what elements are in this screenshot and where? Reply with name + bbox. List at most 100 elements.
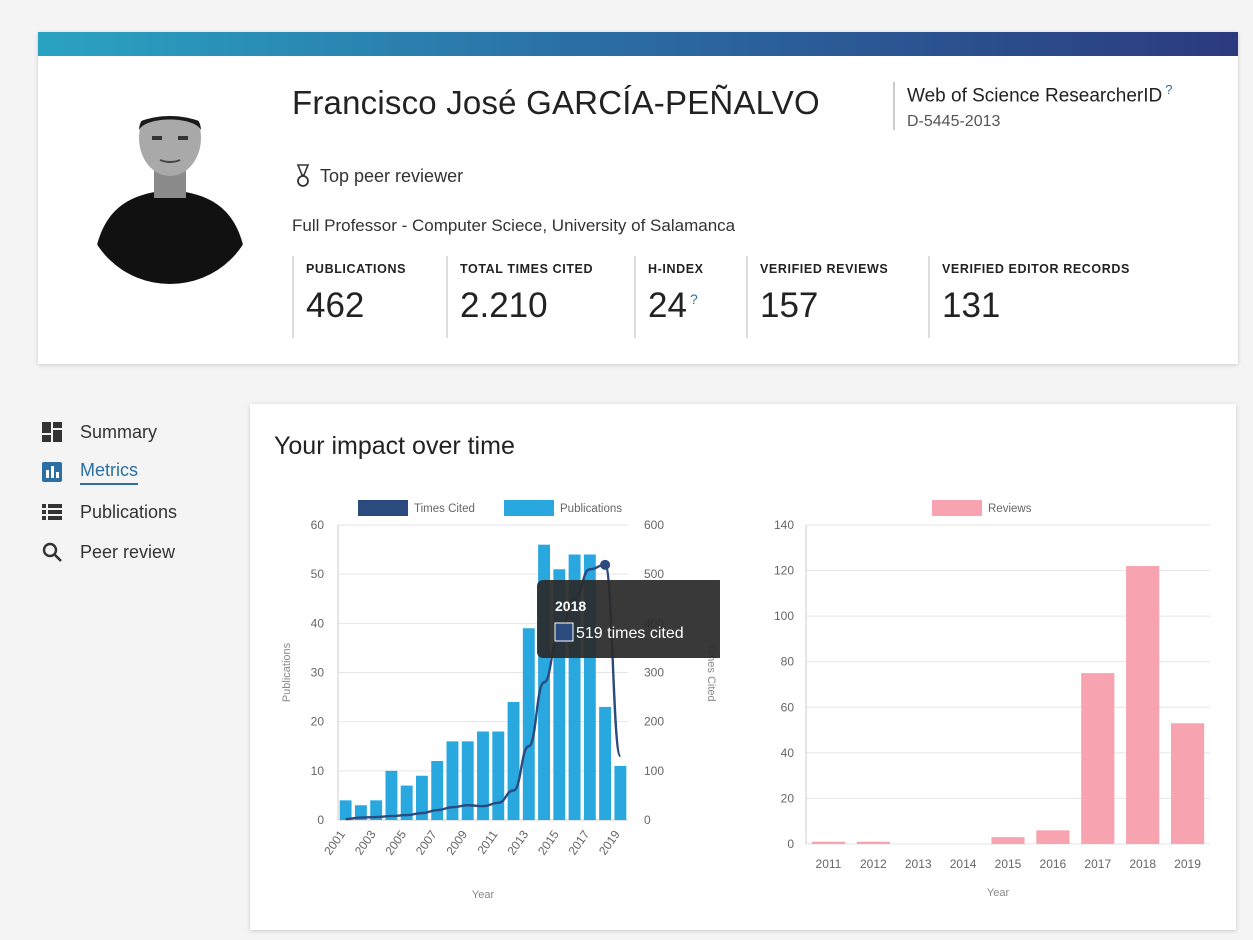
legend-swatch-reviews <box>932 500 982 516</box>
x-tick-label: 2017 <box>1084 857 1111 871</box>
x-tick-label: 2019 <box>1174 857 1201 871</box>
researcher-id-value: D-5445-2013 <box>907 113 1001 131</box>
help-icon[interactable]: ? <box>690 291 698 307</box>
reviews-bar <box>991 837 1025 844</box>
award-ribbon-icon <box>296 164 310 187</box>
y2-tick-label: 300 <box>644 666 664 680</box>
y-tick-label: 0 <box>317 813 324 827</box>
help-icon[interactable]: ? <box>1165 82 1172 97</box>
x-tick-label: 2018 <box>1129 857 1156 871</box>
publications-bar <box>385 770 398 820</box>
stat-value: 2.210 <box>460 286 548 325</box>
metrics-card: Your impact over time 0 10 20 30 40 50 60 0 100 2… <box>250 404 1236 930</box>
publications-bar <box>492 731 505 820</box>
x-tick-label: 2015 <box>535 827 562 857</box>
stat-label: H-INDEX <box>648 262 704 276</box>
nav-item-metrics[interactable]: Metrics <box>40 452 177 492</box>
stat-publications[interactable]: PUBLICATIONS 462 <box>292 256 446 338</box>
side-nav: Summary Metrics Publications Peer review <box>40 412 177 572</box>
legend-label-publications: Publications <box>560 503 622 515</box>
nav-item-summary[interactable]: Summary <box>40 412 177 452</box>
stat-value: 24? <box>648 286 698 325</box>
nav-label: Summary <box>80 421 158 442</box>
list-icon <box>40 500 64 524</box>
y-tick-label: 60 <box>781 700 795 714</box>
x-tick-label: 2017 <box>566 827 593 857</box>
stat-verified-reviews[interactable]: VERIFIED REVIEWS 157 <box>746 256 928 338</box>
x-tick-label: 2014 <box>950 857 977 871</box>
x-tick-label: 2005 <box>382 827 409 857</box>
times-cited-point <box>600 559 611 570</box>
y2-tick-label: 100 <box>644 764 664 778</box>
y-tick-label: 30 <box>311 666 325 680</box>
stat-value: 462 <box>306 286 365 325</box>
y-tick-label: 0 <box>787 837 794 851</box>
metrics-title: Your impact over time <box>274 432 515 460</box>
y-tick-label: 120 <box>774 564 794 578</box>
publications-bar <box>461 741 474 820</box>
x-tick-label: 2012 <box>860 857 887 871</box>
stat-label: TOTAL TIMES CITED <box>460 262 594 276</box>
y2-tick-label: 500 <box>644 567 664 581</box>
y2-tick-label: 600 <box>644 518 664 532</box>
researcher-id-box: Web of Science ResearcherID? D-5445-2013 <box>893 82 1172 130</box>
legend-label-reviews: Reviews <box>988 503 1032 515</box>
avatar <box>84 116 256 284</box>
profile-card: Francisco José GARCÍA-PEÑALVO Top peer r… <box>38 32 1238 364</box>
x-tick-label: 2019 <box>596 827 623 857</box>
y-tick-label: 140 <box>774 518 794 532</box>
publications-bar <box>614 765 627 820</box>
x-tick-label: 2013 <box>905 857 932 871</box>
x-tick-label: 2007 <box>413 827 440 857</box>
publications-citations-chart: 0102030405060010020030040050060020012003… <box>281 500 720 901</box>
reviews-bar <box>1036 830 1070 844</box>
stat-label: PUBLICATIONS <box>306 262 407 276</box>
affiliation: Full Professor - Computer Sciece, Univer… <box>292 216 736 235</box>
tooltip-title: 2018 <box>555 598 586 614</box>
legend-swatch-times-cited <box>358 500 408 516</box>
x-axis-title: Year <box>472 889 495 901</box>
y2-tick-label: 200 <box>644 715 664 729</box>
x-tick-label: 2011 <box>816 857 842 871</box>
publications-bar <box>522 628 535 820</box>
y-tick-label: 50 <box>311 567 325 581</box>
y-tick-label: 60 <box>311 518 325 532</box>
legend-swatch-publications <box>504 500 554 516</box>
publications-bar <box>339 800 352 820</box>
researcher-id-label: Web of Science ResearcherID? <box>907 82 1173 107</box>
badge-label: Top peer reviewer <box>320 165 464 186</box>
stat-label: VERIFIED REVIEWS <box>760 262 889 276</box>
x-tick-label: 2011 <box>474 827 500 856</box>
stat-value: 131 <box>942 286 1001 325</box>
x-axis-title: Year <box>987 887 1010 899</box>
reviews-bar <box>1081 673 1115 844</box>
stat-value: 157 <box>760 286 819 325</box>
dashboard-icon <box>40 420 64 444</box>
header-gradient-bar <box>38 32 1238 56</box>
nav-item-publications[interactable]: Publications <box>40 492 177 532</box>
y-tick-label: 80 <box>781 655 795 669</box>
y-tick-label: 40 <box>781 746 795 760</box>
y-tick-label: 20 <box>311 715 325 729</box>
reviews-chart: 0 20 40 60 80 100 120 140 2011 2012 2013 2014 2015 20… <box>774 500 1210 899</box>
tooltip-swatch <box>554 622 574 642</box>
search-icon <box>40 540 64 564</box>
stat-label: VERIFIED EDITOR RECORDS <box>942 262 1130 276</box>
researcher-name: Francisco José GARCÍA-PEÑALVO <box>292 84 820 121</box>
nav-item-peer-review[interactable]: Peer review <box>40 532 177 572</box>
stats-row: PUBLICATIONS 462 TOTAL TIMES CITED 2.210… <box>292 256 1158 338</box>
x-tick-label: 2001 <box>321 827 348 857</box>
y-tick-label: 20 <box>781 791 795 805</box>
y-tick-label: 100 <box>774 609 794 623</box>
tooltip-box <box>537 580 720 658</box>
x-tick-label: 2009 <box>443 827 470 857</box>
tooltip-text: 519 times cited <box>576 625 684 642</box>
stat-total-times-cited[interactable]: TOTAL TIMES CITED 2.210 <box>446 256 634 338</box>
x-tick-label: 2003 <box>352 827 379 857</box>
nav-label: Peer review <box>80 541 176 562</box>
top-peer-reviewer-badge: Top peer reviewer <box>296 164 463 188</box>
y2-tick-label: 0 <box>644 813 651 827</box>
stat-verified-editor-records[interactable]: VERIFIED EDITOR RECORDS 131 <box>928 256 1158 338</box>
reviews-bar <box>811 841 846 844</box>
stat-h-index[interactable]: H-INDEX 24? <box>634 256 746 338</box>
